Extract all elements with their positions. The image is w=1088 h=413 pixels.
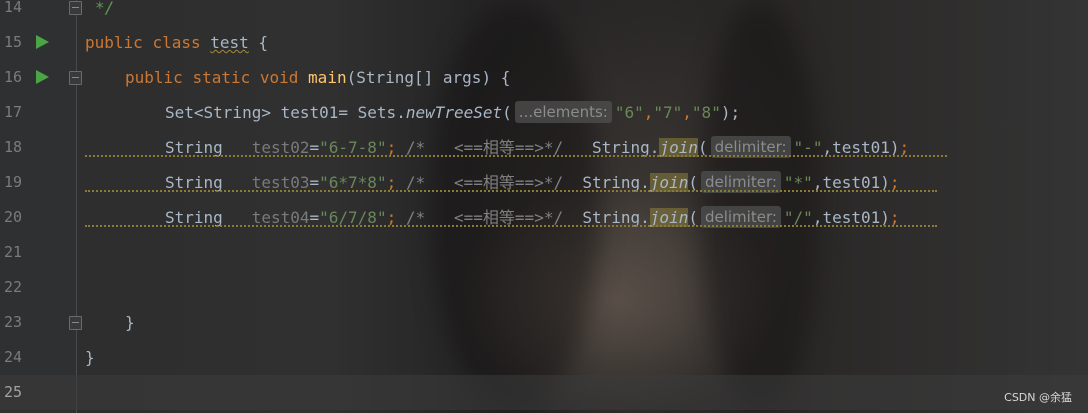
code-line-18: 18 String test02="6-7-8"; /* <==相等==>*/ …: [0, 130, 1088, 165]
code-line-21: 21: [0, 235, 1088, 270]
line-number: 22: [3, 278, 22, 296]
line-number: 18: [3, 138, 22, 156]
code-line-19: 19 String test03="6*7*8"; /* <==相等==>*/ …: [0, 165, 1088, 200]
line-number: 25: [3, 383, 22, 401]
code-text: public class test {: [85, 33, 269, 52]
code-line-16: 16 public static void main(String[] args…: [0, 60, 1088, 95]
line-number: 24: [3, 348, 22, 366]
line-number: 21: [3, 243, 22, 261]
warning-underline: [85, 190, 937, 192]
code-text: String test02="6-7-8"; /* <==相等==>*/ Str…: [165, 136, 910, 158]
comment-end: */: [95, 0, 115, 17]
code-text: Set<String> test01= Sets.newTreeSet(...e…: [165, 101, 741, 123]
line-number: 20: [3, 208, 22, 226]
run-gutter-icon[interactable]: [36, 35, 49, 49]
warning-underline: [85, 155, 947, 157]
fold-marker-icon[interactable]: [69, 316, 82, 330]
code-text: }: [125, 313, 135, 332]
parameter-hint: ...elements:: [514, 101, 612, 123]
line-number: 23: [3, 313, 22, 331]
fold-marker-icon[interactable]: [69, 71, 82, 85]
code-line-23: 23 }: [0, 305, 1088, 340]
code-line-15: 15 public class test {: [0, 25, 1088, 60]
code-line-22: 22: [0, 270, 1088, 305]
line-number: 19: [3, 173, 22, 191]
line-number: 16: [3, 68, 22, 86]
code-line-17: 17 Set<String> test01= Sets.newTreeSet(.…: [0, 95, 1088, 130]
code-text: public static void main(String[] args) {: [125, 68, 511, 87]
code-text: String test04="6/7/8"; /* <==相等==>*/ Str…: [165, 206, 900, 228]
warning-underline: [85, 225, 937, 227]
watermark: CSDN @余猛: [1004, 391, 1072, 404]
code-line-14: 14 */: [0, 0, 1088, 25]
code-text: String test03="6*7*8"; /* <==相等==>*/ Str…: [165, 171, 900, 193]
code-text: }: [85, 348, 95, 367]
line-number: 17: [3, 103, 22, 121]
run-gutter-icon[interactable]: [36, 70, 49, 84]
fold-marker-icon[interactable]: [69, 1, 82, 15]
line-number: 15: [3, 33, 22, 51]
code-line-20: 20 String test04="6/7/8"; /* <==相等==>*/ …: [0, 200, 1088, 235]
code-line-24: 24 }: [0, 340, 1088, 375]
line-number: 14: [3, 0, 22, 16]
code-line-25[interactable]: 25: [0, 375, 1088, 410]
